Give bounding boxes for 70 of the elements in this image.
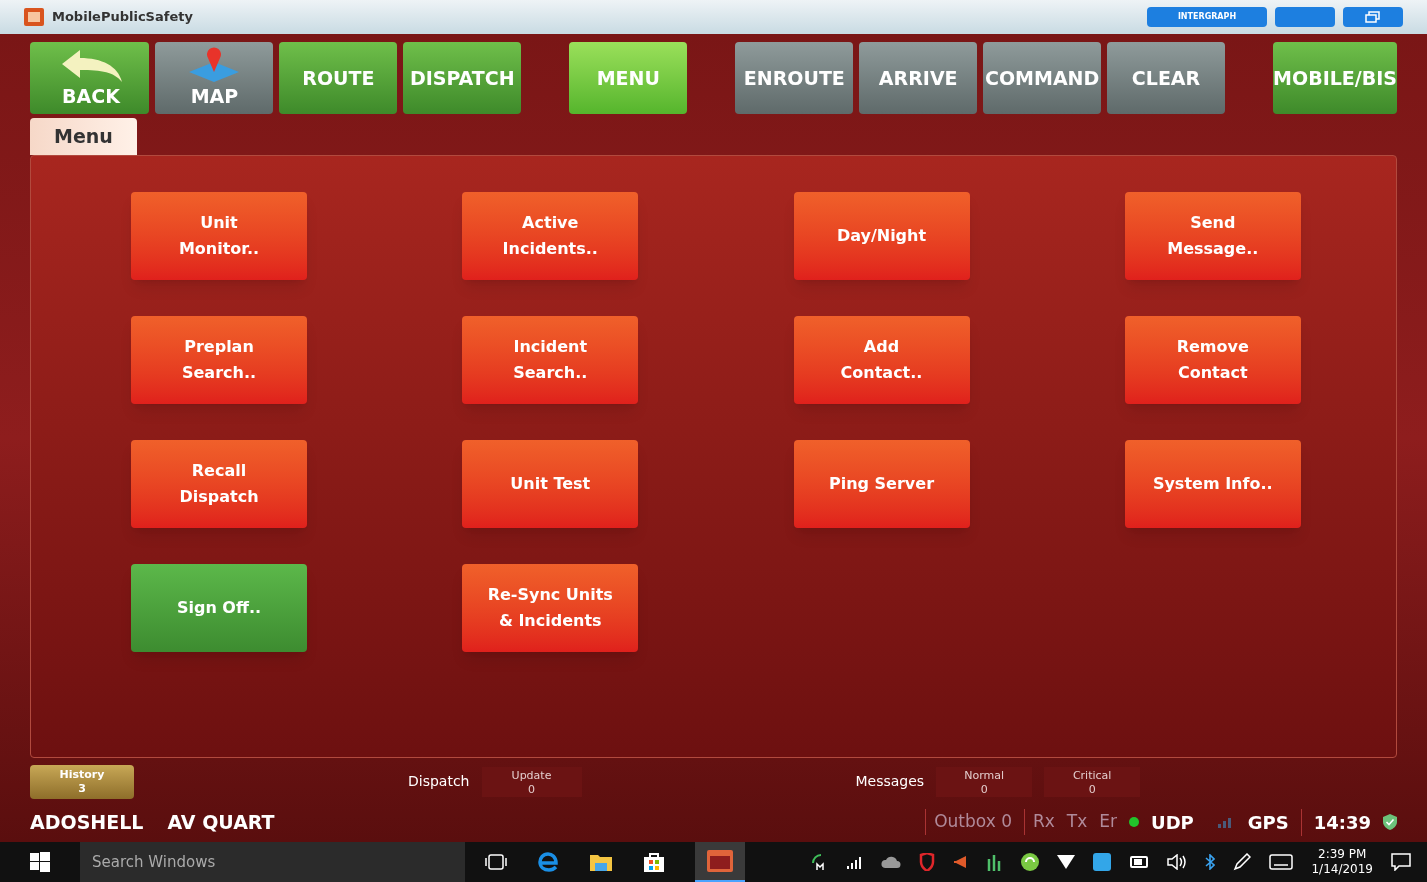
signal-bars-icon[interactable]	[847, 855, 864, 869]
rx-indicator: Rx	[1023, 809, 1055, 835]
triangle-icon[interactable]	[1057, 855, 1076, 869]
intergraph-button[interactable]: INTERGRAPH	[1147, 7, 1267, 27]
menu-button[interactable]: Preplan Search..	[131, 315, 307, 404]
speaker-icon[interactable]	[953, 855, 968, 869]
toolbar-button[interactable]: MAP	[155, 42, 274, 114]
normal-counter: Normal 0	[936, 766, 1033, 797]
toolbar-button[interactable]: MOBILE/BIS	[1273, 42, 1397, 114]
menu-button[interactable]: Send Message..	[1124, 191, 1301, 280]
critical-counter: Critical 0	[1044, 766, 1141, 797]
menu-button[interactable]: System Info..	[1124, 439, 1301, 528]
volume-icon[interactable]	[1167, 854, 1188, 870]
menu-button[interactable]: Unit Monitor..	[131, 191, 307, 280]
menu-button[interactable]: Incident Search..	[462, 315, 639, 404]
menu-button[interactable]: Remove Contact	[1124, 315, 1301, 404]
gps-label: GPS	[1247, 810, 1289, 835]
menu-button[interactable]: Day/Night	[793, 191, 970, 280]
station-name: AV QUART	[167, 809, 275, 835]
app-taskbar-button[interactable]	[695, 842, 745, 882]
toolbar-button[interactable]: COMMAND	[983, 42, 1102, 114]
menu-button[interactable]: Recall Dispatch	[131, 439, 307, 528]
menu-button[interactable]: Ping Server	[793, 439, 970, 528]
udp-label: UDP	[1151, 810, 1194, 835]
dispatch-label: Dispatch	[408, 772, 470, 792]
toolbar-button[interactable]: BACK	[30, 42, 150, 114]
app-window-icon	[707, 850, 733, 872]
menu-button[interactable]: Re-Sync Units & Incidents	[462, 563, 639, 652]
menu-button[interactable]: Active Incidents..	[462, 191, 639, 280]
messages-label: Messages	[855, 772, 925, 792]
window-title: MobilePublicSafety	[52, 8, 193, 27]
app-tile-icon[interactable]	[1093, 853, 1112, 871]
history-button[interactable]: History 3	[30, 764, 134, 799]
toolbar-button[interactable]: ARRIVE	[859, 42, 978, 114]
shield-check-icon	[1383, 814, 1397, 830]
toolbar-button[interactable]: CLEAR	[1107, 42, 1225, 114]
menu-button[interactable]: Sign Off..	[131, 563, 307, 652]
menu-button[interactable]: Add Contact..	[793, 315, 970, 404]
map-pin-icon	[189, 45, 240, 82]
toolbar-button[interactable]: DISPATCH	[403, 42, 522, 114]
browser-icon[interactable]	[537, 851, 559, 873]
pen-icon[interactable]	[1233, 853, 1252, 871]
clock: 14:39	[1300, 808, 1371, 836]
unit-name: ADOSHELL	[30, 809, 144, 835]
keyboard-icon[interactable]	[1269, 854, 1294, 870]
shopping-bag-icon[interactable]	[643, 851, 665, 873]
tx-indicator: Tx	[1066, 810, 1088, 834]
taskbar-date[interactable]: 1/14/2019	[1311, 862, 1373, 877]
toolbar-button[interactable]: MENU	[569, 42, 688, 114]
restore-icon	[1365, 11, 1381, 23]
shield-icon[interactable]	[919, 853, 936, 871]
search-field[interactable]: Search Windows	[80, 842, 465, 882]
sync-circle-icon[interactable]	[1021, 853, 1040, 871]
back-arrow-icon	[62, 49, 122, 82]
bluetooth-icon[interactable]	[1205, 854, 1216, 870]
toolbar-button[interactable]: ENROUTE	[735, 42, 854, 114]
toolbar-button[interactable]: ROUTE	[279, 42, 398, 114]
menu-tab[interactable]: Menu	[30, 118, 137, 155]
update-counter: Update 0	[481, 766, 582, 797]
task-view-icon[interactable]	[485, 854, 507, 870]
outbox-count: Outbox 0	[925, 809, 1012, 835]
app-logo-icon	[24, 8, 44, 26]
menu-button[interactable]: Unit Test	[462, 439, 639, 528]
windows-start-icon[interactable]	[30, 852, 50, 872]
er-indicator: Er	[1099, 810, 1117, 834]
restore-button[interactable]	[1343, 7, 1403, 27]
notification-icon[interactable]	[1391, 853, 1411, 871]
folder-icon[interactable]	[589, 852, 613, 872]
taskbar-time[interactable]: 2:39 PM	[1318, 847, 1367, 862]
cloud-icon[interactable]	[881, 856, 902, 868]
